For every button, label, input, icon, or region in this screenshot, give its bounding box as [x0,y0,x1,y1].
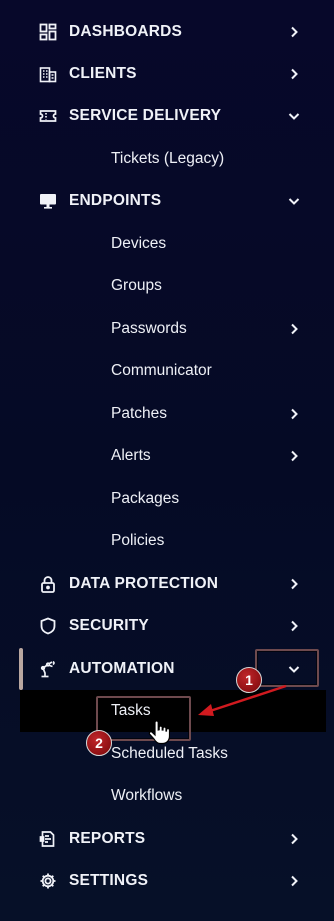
sub-label-patches: Patches [111,405,168,422]
sub-item-groups[interactable]: Groups [0,265,334,307]
sub-label-alerts: Alerts [111,447,151,464]
sub-item-workflows[interactable]: Workflows [0,775,334,817]
nav-label-data-protection: DATA PROTECTION [69,575,219,592]
nav-item-data-protection[interactable]: DATA PROTECTION [0,563,334,605]
chevron-down-icon[interactable] [286,193,302,209]
lock-icon [38,574,58,594]
sub-item-tickets-legacy[interactable]: Tickets (Legacy) [0,138,334,180]
nav-item-reports[interactable]: REPORTS [0,818,334,860]
ticket-icon [38,106,58,126]
nav-label-automation: AUTOMATION [69,660,175,677]
nav-label-dashboards: DASHBOARDS [69,23,183,40]
building-icon [38,64,58,84]
gear-icon [38,871,58,891]
sub-label-scheduled-tasks: Scheduled Tasks [111,745,228,762]
nav-item-endpoints[interactable]: ENDPOINTS [0,180,334,222]
sub-item-alerts[interactable]: Alerts [0,435,334,477]
nav-label-service-delivery: SERVICE DELIVERY [69,107,222,124]
sub-item-communicator[interactable]: Communicator [0,350,334,392]
report-icon [38,829,58,849]
nav-item-security[interactable]: SECURITY [0,605,334,647]
sub-item-packages[interactable]: Packages [0,478,334,520]
sub-label-policies: Policies [111,532,165,549]
chevron-right-icon[interactable] [286,448,302,464]
nav-label-clients: CLIENTS [69,65,137,82]
nav-label-endpoints: ENDPOINTS [69,192,162,209]
sub-item-passwords[interactable]: Passwords [0,308,334,350]
monitor-icon [38,191,58,211]
nav-item-service-delivery[interactable]: SERVICE DELIVERY [0,95,334,137]
sub-label-groups: Groups [111,277,162,294]
step-badge-1: 1 [236,667,262,693]
sub-item-devices[interactable]: Devices [0,223,334,265]
chevron-right-icon[interactable] [286,831,302,847]
nav-item-clients[interactable]: CLIENTS [0,53,334,95]
chevron-right-icon[interactable] [286,873,302,889]
chevron-right-icon[interactable] [286,406,302,422]
nav-label-security: SECURITY [69,617,149,634]
chevron-right-icon[interactable] [286,24,302,40]
nav-label-settings: SETTINGS [69,872,149,889]
highlight-box-expand [255,649,319,687]
nav-label-reports: REPORTS [69,830,146,847]
sub-item-patches[interactable]: Patches [0,393,334,435]
nav-item-settings[interactable]: SETTINGS [0,860,334,902]
chevron-right-icon[interactable] [286,618,302,634]
hand-pointer-icon [148,720,170,745]
robot-arm-icon [38,659,58,679]
highlight-box-tasks [96,696,191,741]
sub-label-workflows: Workflows [111,787,183,804]
chevron-down-icon[interactable] [286,108,302,124]
shield-icon [38,616,58,636]
chevron-right-icon[interactable] [286,321,302,337]
sub-item-policies[interactable]: Policies [0,520,334,562]
sidebar-nav: DASHBOARDS CLIENTS SERVICE DELIVERY Tick… [0,0,334,921]
sub-label-devices: Devices [111,235,167,252]
chevron-right-icon[interactable] [286,66,302,82]
chevron-right-icon[interactable] [286,576,302,592]
step-badge-2: 2 [86,730,112,756]
dashboard-grid-icon [38,22,58,42]
sub-label-communicator: Communicator [111,362,212,379]
sub-label-tickets-legacy: Tickets (Legacy) [111,150,225,167]
sub-label-passwords: Passwords [111,320,187,337]
sub-label-packages: Packages [111,490,180,507]
nav-item-dashboards[interactable]: DASHBOARDS [0,11,334,53]
